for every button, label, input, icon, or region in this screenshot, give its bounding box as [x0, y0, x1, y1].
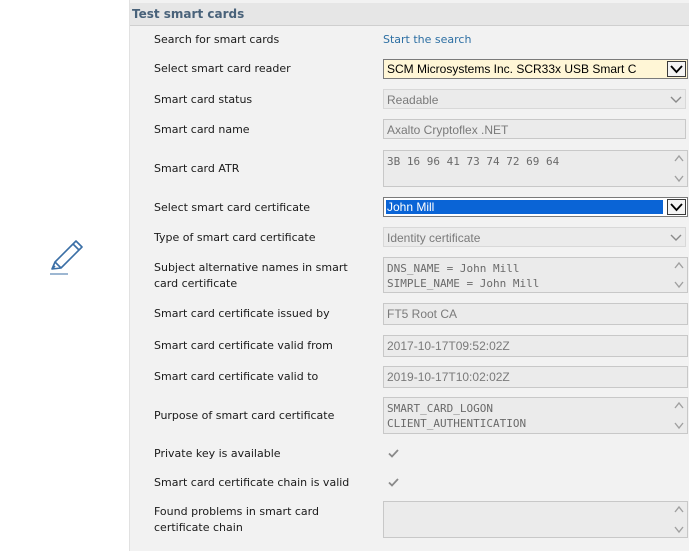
san-label-line2: card certificate [154, 277, 238, 290]
scroll-down-arrow-icon[interactable] [672, 278, 686, 290]
section-title: Test smart cards [132, 7, 245, 21]
chain-valid-label: Smart card certificate chain is valid [154, 476, 350, 489]
main-panel: Test smart cards Search for smart cards … [130, 0, 689, 551]
chevron-down-icon [670, 96, 682, 103]
private-key-checkbox[interactable] [387, 447, 400, 460]
san-textarea[interactable]: DNS_NAME = John Mill SIMPLE_NAME = John … [383, 257, 688, 293]
valid-to-label: Smart card certificate valid to [154, 370, 319, 383]
valid-from-label: Smart card certificate valid from [154, 339, 333, 352]
purpose-label: Purpose of smart card certificate [154, 409, 335, 422]
san-line2: SIMPLE_NAME = John Mill [387, 277, 540, 290]
private-key-label: Private key is available [154, 447, 281, 460]
scroll-down-arrow-icon[interactable] [672, 523, 686, 535]
certificate-select-value: John Mill [386, 200, 663, 214]
atr-label: Smart card ATR [154, 162, 240, 175]
certificate-select[interactable]: John Mill [383, 197, 688, 217]
scroll-down-arrow-icon[interactable] [672, 172, 686, 184]
chain-valid-checkbox[interactable] [387, 476, 400, 489]
atr-textarea[interactable]: 3B 16 96 41 73 74 72 69 64 [383, 150, 688, 187]
purpose-scrollbar[interactable] [672, 399, 686, 432]
reader-dropdown-button[interactable] [667, 61, 686, 77]
chain-problems-label-line2: certificate chain [154, 521, 243, 534]
san-label-line1: Subject alternative names in smart [154, 261, 348, 274]
scroll-up-arrow-icon[interactable] [672, 400, 686, 412]
san-line1: DNS_NAME = John Mill [387, 262, 520, 275]
san-scrollbar[interactable] [672, 259, 686, 291]
chevron-down-icon [670, 234, 682, 241]
cert-type-select: Identity certificate [383, 227, 686, 247]
status-select: Readable [383, 89, 686, 109]
status-label: Smart card status [154, 93, 253, 106]
section-header: Test smart cards [130, 3, 689, 26]
issuer-field[interactable]: FT5 Root CA [383, 303, 688, 325]
issuer-label: Smart card certificate issued by [154, 307, 330, 320]
certificate-label: Select smart card certificate [154, 201, 311, 214]
status-select-value: Readable [387, 93, 439, 107]
reader-label: Select smart card reader [154, 62, 291, 75]
checkmark-icon [388, 449, 399, 458]
search-label: Search for smart cards [154, 33, 280, 46]
atr-scrollbar[interactable] [672, 152, 686, 185]
scroll-down-arrow-icon[interactable] [672, 419, 686, 431]
cert-type-label: Type of smart card certificate [154, 231, 316, 244]
certificate-dropdown-button[interactable] [667, 199, 686, 215]
card-name-label: Smart card name [154, 123, 250, 136]
purpose-textarea[interactable]: SMART_CARD_LOGON CLIENT_AUTHENTICATION [383, 397, 688, 434]
chevron-down-icon [670, 65, 683, 74]
reader-select[interactable]: SCM Microsystems Inc. SCR33x USB Smart C [383, 59, 688, 79]
card-name-field[interactable]: Axalto Cryptoflex .NET [383, 119, 686, 139]
purpose-line1: SMART_CARD_LOGON [387, 402, 493, 415]
cert-type-value: Identity certificate [387, 231, 481, 245]
chain-problems-label-line1: Found problems in smart card [154, 505, 319, 518]
left-panel [0, 0, 130, 551]
purpose-line2: CLIENT_AUTHENTICATION [387, 417, 527, 430]
chain-problems-textarea[interactable] [383, 501, 688, 538]
scroll-up-arrow-icon[interactable] [672, 153, 686, 165]
chain-problems-label: Found problems in smart card certificate… [154, 504, 364, 536]
pencil-icon[interactable] [46, 238, 86, 278]
valid-from-field[interactable]: 2017-10-17T09:52:02Z [383, 335, 688, 357]
chain-problems-scrollbar[interactable] [672, 503, 686, 536]
scroll-up-arrow-icon[interactable] [672, 504, 686, 516]
san-label: Subject alternative names in smart card … [154, 260, 364, 292]
checkmark-icon [388, 478, 399, 487]
valid-to-field[interactable]: 2019-10-17T10:02:02Z [383, 366, 688, 388]
scroll-up-arrow-icon[interactable] [672, 260, 686, 272]
reader-select-value: SCM Microsystems Inc. SCR33x USB Smart C [387, 62, 637, 76]
atr-value: 3B 16 96 41 73 74 72 69 64 [387, 155, 560, 168]
start-search-link[interactable]: Start the search [383, 33, 471, 46]
chevron-down-icon [670, 203, 683, 212]
